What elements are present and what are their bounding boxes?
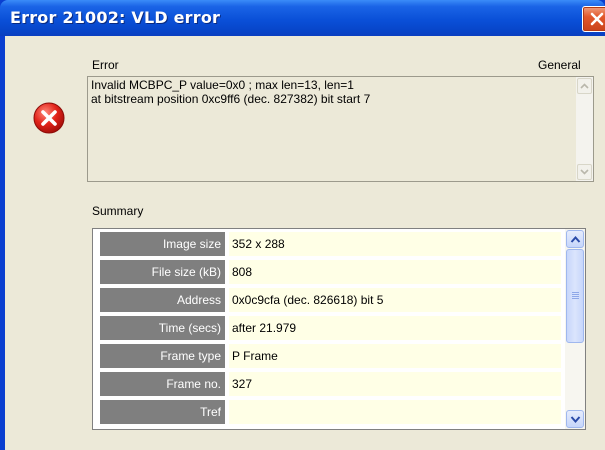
error-message-box[interactable]: Invalid MCBPC_P value=0x0 ; max len=13, … xyxy=(87,76,594,182)
row-label: Tref xyxy=(100,400,225,424)
row-value[interactable]: 352 x 288 xyxy=(229,232,561,256)
row-label: File size (kB) xyxy=(100,260,225,284)
grip-line xyxy=(572,296,579,297)
chevron-down-icon xyxy=(570,416,581,424)
summary-scrollbar[interactable] xyxy=(565,229,585,429)
grip-line xyxy=(572,292,579,293)
summary-row-tref: Tref xyxy=(100,400,561,428)
error-heading: Error xyxy=(92,58,119,72)
summary-row-time: Time (secs) after 21.979 xyxy=(100,316,561,344)
error-message-line-2: at bitstream position 0xc9ff6 (dec. 8273… xyxy=(91,92,371,106)
summary-scroll-up-button[interactable] xyxy=(566,230,584,248)
summary-heading: Summary xyxy=(92,204,144,218)
row-label: Time (secs) xyxy=(100,316,225,340)
error-icon xyxy=(33,102,65,134)
chevron-up-icon xyxy=(570,235,581,243)
row-value[interactable] xyxy=(229,400,561,424)
summary-scroll-down-button[interactable] xyxy=(566,410,584,428)
close-icon xyxy=(590,12,604,26)
grip-line xyxy=(572,294,579,295)
chevron-down-icon xyxy=(580,169,589,175)
summary-row-address: Address 0x0c9cfa (dec. 826618) bit 5 xyxy=(100,288,561,316)
summary-row-file-size: File size (kB) 808 xyxy=(100,260,561,288)
row-value[interactable]: 327 xyxy=(229,372,561,396)
summary-row-frame-type: Frame type P Frame xyxy=(100,344,561,372)
dialog-window: Error 21002: VLD error Error General Inv… xyxy=(0,0,605,450)
summary-row-image-size: Image size 352 x 288 xyxy=(100,232,561,260)
scroll-down-button[interactable] xyxy=(577,164,592,180)
row-value[interactable]: after 21.979 xyxy=(229,316,561,340)
row-value[interactable]: 808 xyxy=(229,260,561,284)
row-value[interactable]: 0x0c9cfa (dec. 826618) bit 5 xyxy=(229,288,561,312)
row-label: Frame type xyxy=(100,344,225,368)
row-label: Image size xyxy=(100,232,225,256)
chevron-up-icon xyxy=(580,83,589,89)
error-category: General xyxy=(538,58,581,72)
dialog-body: Error General Invalid MCBPC_P value=0x0 … xyxy=(5,36,605,450)
summary-table[interactable]: Image size 352 x 288 File size (kB) 808 … xyxy=(92,228,586,430)
row-value[interactable]: P Frame xyxy=(229,344,561,368)
close-button[interactable] xyxy=(582,6,605,32)
summary-scroll-thumb[interactable] xyxy=(566,249,584,343)
error-message-line-1: Invalid MCBPC_P value=0x0 ; max len=13, … xyxy=(91,78,354,92)
message-scrollbar[interactable] xyxy=(576,77,593,181)
row-label: Address xyxy=(100,288,225,312)
scroll-up-button[interactable] xyxy=(577,78,592,94)
row-label: Frame no. xyxy=(100,372,225,396)
summary-row-frame-no: Frame no. 327 xyxy=(100,372,561,400)
error-message: Invalid MCBPC_P value=0x0 ; max len=13, … xyxy=(91,78,569,106)
window-title: Error 21002: VLD error xyxy=(10,8,221,27)
grip-line xyxy=(572,298,579,299)
summary-rows: Image size 352 x 288 File size (kB) 808 … xyxy=(100,232,561,428)
title-bar[interactable]: Error 21002: VLD error xyxy=(0,0,605,36)
